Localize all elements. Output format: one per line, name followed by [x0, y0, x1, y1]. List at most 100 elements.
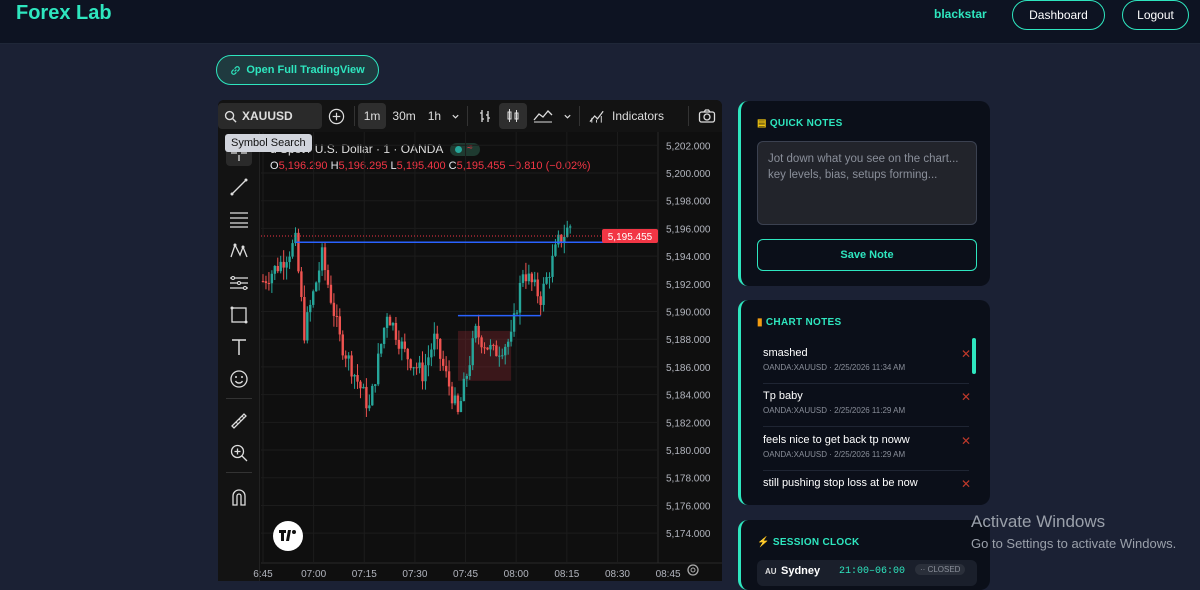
candle-body	[403, 341, 406, 349]
candle-body	[498, 355, 501, 357]
delete-note-icon[interactable]: ✕	[961, 477, 971, 491]
candle-body	[326, 270, 330, 285]
open-full-tradingview-button[interactable]: Open Full TradingView	[216, 55, 379, 85]
bar-style-button[interactable]	[471, 103, 499, 129]
candle-body	[379, 343, 383, 354]
pattern-icon	[230, 243, 248, 258]
chart-note-item[interactable]: Tp baby OANDA:XAUUSD · 2/25/2026 11:29 A…	[763, 390, 971, 427]
text-icon	[232, 339, 246, 355]
emoji-tool[interactable]	[226, 366, 252, 392]
activate-windows-title: Activate Windows	[971, 512, 1106, 531]
price-axis	[658, 132, 722, 581]
x-tick-label: 08:15	[554, 569, 579, 580]
app-logo[interactable]: Forex Lab	[16, 2, 112, 25]
interval-1h-button[interactable]: 1h	[422, 103, 447, 129]
chart-style-dropdown[interactable]	[559, 103, 576, 129]
toolbar-divider	[467, 106, 469, 126]
zoom-tool[interactable]	[226, 440, 252, 466]
candle-body	[456, 395, 460, 412]
candle-body	[436, 333, 439, 339]
candle-body	[288, 256, 291, 263]
candle-body	[509, 331, 513, 342]
logout-button[interactable]: Logout	[1122, 0, 1189, 30]
compare-symbol-button[interactable]	[322, 103, 351, 129]
symbol-search-button[interactable]: XAUUSD	[218, 103, 322, 129]
area-style-button[interactable]	[527, 103, 559, 129]
candle-body	[447, 371, 451, 387]
candle-body	[406, 348, 409, 360]
trendline-tool[interactable]	[226, 174, 252, 200]
last-price-label: 5,195.455	[608, 232, 653, 243]
chart-notes-panel: ▮ CHART NOTES smashed OANDA:XAUUSD · 2/2…	[738, 300, 990, 505]
chart-settings-icon[interactable]	[686, 563, 700, 581]
candle-body	[483, 347, 486, 349]
tradingview-chart[interactable]: XAUUSD 1m 30m 1h Indicators d Spot / U.S…	[218, 100, 722, 581]
chart-note-item[interactable]: smashed OANDA:XAUUSD · 2/25/2026 11:34 A…	[763, 347, 971, 384]
y-tick-label: 5,186.000	[666, 363, 711, 374]
indicators-button[interactable]: Indicators	[583, 103, 670, 129]
candle-body	[285, 262, 288, 268]
pattern-tool[interactable]	[226, 238, 252, 264]
chevron-down-icon	[564, 114, 571, 119]
y-tick-label: 5,198.000	[666, 197, 711, 208]
candle-body	[291, 243, 294, 257]
candle-body	[264, 281, 268, 284]
y-tick-label: 5,200.000	[666, 169, 711, 180]
candle-body	[332, 302, 336, 316]
open-label: O	[270, 160, 279, 172]
measure-tool[interactable]	[226, 408, 252, 434]
candle-body	[314, 282, 318, 292]
x-tick-label: 08:45	[656, 569, 681, 580]
candle-body	[560, 234, 563, 244]
delete-note-icon[interactable]: ✕	[961, 347, 971, 361]
quick-notes-title: QUICK NOTES	[769, 118, 843, 129]
symbol-label: XAUUSD	[242, 109, 293, 123]
x-tick-label: 08:00	[504, 569, 529, 580]
close-label: C	[448, 160, 457, 172]
note-text: feels nice to get back tp noww	[763, 434, 910, 446]
chart-note-item[interactable]: feels nice to get back tp noww OANDA:XAU…	[763, 434, 971, 471]
y-tick-label: 5,196.000	[666, 224, 711, 235]
candle-body	[344, 355, 347, 359]
close-value: 5,195.455	[456, 160, 506, 172]
indicators-icon	[589, 110, 604, 123]
quick-notes-textarea[interactable]: Jot down what you see on the chart... ke…	[757, 141, 977, 225]
zone-box	[457, 330, 512, 381]
market-open-dot	[455, 146, 463, 154]
text-tool[interactable]	[226, 334, 252, 360]
dashboard-button[interactable]: Dashboard	[1012, 0, 1105, 30]
fib-tool[interactable]	[226, 206, 252, 232]
shape-tool[interactable]	[226, 302, 252, 328]
session-clock-title: SESSION CLOCK	[772, 537, 860, 548]
y-tick-label: 5,184.000	[666, 391, 711, 402]
snapshot-button[interactable]	[692, 103, 722, 129]
interval-1m-button[interactable]: 1m	[357, 103, 387, 129]
interval-dropdown-button[interactable]	[447, 103, 464, 129]
chart-notes-heading: ▮ CHART NOTES	[757, 317, 841, 328]
open-value: 5,196.290	[278, 160, 328, 172]
tradingview-logo[interactable]	[273, 521, 303, 551]
delete-note-icon[interactable]: ✕	[961, 390, 971, 404]
candle-body	[548, 276, 551, 278]
candle-body	[397, 339, 401, 349]
candle-body	[300, 271, 303, 298]
delete-note-icon[interactable]: ✕	[961, 434, 971, 448]
forecast-tool[interactable]	[226, 270, 252, 296]
candle-body	[335, 315, 339, 317]
candle-body	[279, 261, 282, 272]
interval-30m-button[interactable]: 30m	[386, 103, 421, 129]
magnet-tool[interactable]	[226, 484, 252, 510]
candle-body	[489, 344, 492, 350]
y-tick-label: 5,176.000	[666, 501, 711, 512]
save-note-button[interactable]: Save Note	[757, 239, 977, 271]
candle-body	[356, 374, 359, 382]
high-value: 5,196.295	[338, 160, 388, 172]
candles-style-button[interactable]	[499, 103, 528, 129]
candle-body	[569, 226, 572, 228]
chart-note-item[interactable]: still pushing stop loss at be now ✕	[763, 477, 971, 505]
candle-body	[359, 381, 362, 389]
candle-body	[492, 344, 495, 346]
candle-body	[474, 325, 477, 339]
candle-body	[439, 338, 442, 359]
notes-scrollbar[interactable]	[972, 338, 976, 374]
